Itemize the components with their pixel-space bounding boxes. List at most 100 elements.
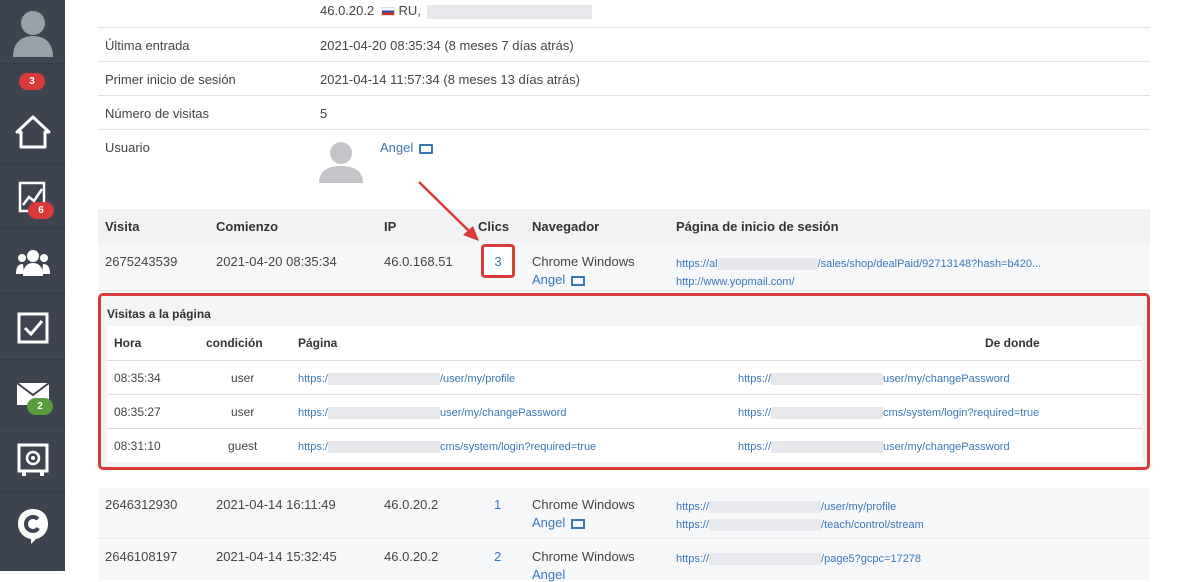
russia-flag-icon	[380, 7, 395, 17]
mail-badge: 2	[27, 398, 53, 415]
user-link[interactable]: Angel	[380, 140, 433, 155]
sidebar-item-users[interactable]	[0, 230, 65, 294]
visit-ip: 46.0.20.2	[384, 497, 439, 512]
main-content: 46.0.20.2 RU, Última entrada 2021-04-20 …	[65, 0, 1200, 582]
page-visits-panel: Visitas a la página Hora condición Págin…	[98, 293, 1150, 470]
redacted-url	[771, 440, 884, 453]
referrer-link[interactable]: https:///teach/control/stream	[676, 516, 924, 531]
redacted-url	[709, 500, 822, 513]
sidebar-item-safe[interactable]	[0, 428, 65, 492]
chat-icon	[17, 509, 48, 544]
page-visit-row: 08:31:10 guest https:/cms/system/login?r…	[107, 428, 1142, 462]
col-from: De donde	[985, 336, 1040, 350]
id-card-icon	[570, 275, 585, 286]
row-user-link[interactable]: Angel	[532, 567, 565, 582]
sidebar-item-profile[interactable]	[0, 0, 65, 64]
user-avatar-icon	[12, 10, 53, 57]
sidebar-item-chat[interactable]	[0, 494, 65, 558]
ip-address: 46.0.20.2	[320, 3, 375, 18]
visit-id: 2675243539	[105, 254, 178, 269]
id-card-icon	[570, 518, 585, 529]
visit-status: guest	[228, 439, 258, 453]
sidebar-item-mail[interactable]	[0, 362, 65, 426]
clicks-highlight[interactable]: 3	[481, 244, 515, 278]
visits-count-label: Número de visitas	[105, 106, 210, 121]
col-time: Hora	[114, 336, 142, 350]
page-link[interactable]: https:/user/my/changePassword	[298, 405, 567, 419]
sidebar-item-home[interactable]	[0, 100, 65, 164]
from-link[interactable]: https://user/my/changePassword	[738, 371, 1010, 385]
first-login-value: 2021-04-14 11:57:34 (8 meses 13 días atr…	[320, 72, 580, 87]
sidebar: 3 6 2	[0, 0, 65, 571]
first-login-label: Primer inicio de sesión	[105, 72, 236, 87]
visits-count-value: 5	[320, 106, 328, 121]
browser-name: Chrome Windows	[532, 254, 635, 269]
row-user-link[interactable]: Angel	[532, 515, 585, 530]
from-link[interactable]: https://user/my/changePassword	[738, 439, 1010, 453]
visit-status: user	[231, 371, 255, 385]
browser-name: Chrome Windows	[532, 497, 635, 512]
table-row[interactable]: 2675243539 2021-04-20 08:35:34 46.0.168.…	[98, 243, 1150, 291]
visit-ip: 46.0.168.51	[384, 254, 453, 269]
redacted-url	[327, 406, 440, 419]
redacted-url	[327, 372, 440, 385]
col-start: Comienzo	[216, 219, 279, 234]
page-visit-row: 08:35:27 user https:/user/my/changePassw…	[107, 394, 1142, 428]
col-login-page: Página de inicio de sesión	[676, 219, 839, 234]
row-user-name[interactable]: Angel	[532, 272, 565, 287]
country-code: RU,	[398, 3, 421, 18]
ip-value: 46.0.20.2 RU,	[320, 3, 593, 19]
visit-time: 08:35:34	[114, 371, 161, 385]
checkbox-icon	[17, 312, 48, 343]
clicks-link[interactable]: 3	[494, 254, 501, 269]
user-row: Usuario Angel	[98, 130, 1150, 198]
visit-time: 08:31:10	[114, 439, 161, 453]
login-page-link[interactable]: https:///page5?gcpc=17278	[676, 550, 921, 565]
col-browser: Navegador	[532, 219, 600, 234]
col-clicks: Clics	[478, 219, 510, 234]
home-icon	[15, 115, 50, 148]
row-user-link[interactable]: Angel	[532, 272, 585, 287]
visits-table-header: Visita Comienzo IP Clics Navegador Págin…	[98, 209, 1150, 243]
visit-time: 08:35:27	[114, 405, 161, 419]
sidebar-item-stats[interactable]	[0, 165, 65, 229]
page-link[interactable]: https:/cms/system/login?required=true	[298, 439, 596, 453]
redacted-location	[427, 4, 593, 19]
col-page: Página	[298, 336, 338, 350]
redacted-url	[327, 440, 440, 453]
clicks-link[interactable]: 2	[494, 549, 501, 564]
page-visits-table: Hora condición Página De donde 08:35:34 …	[107, 326, 1142, 462]
user-name[interactable]: Angel	[380, 140, 413, 155]
visit-id: 2646108197	[105, 549, 178, 564]
visit-status: user	[231, 405, 255, 419]
ip-row: 46.0.20.2 RU,	[98, 0, 1150, 28]
safe-icon	[17, 443, 48, 476]
redacted-url	[709, 518, 822, 531]
col-status: condición	[206, 336, 263, 350]
browser-name: Chrome Windows	[532, 549, 635, 564]
user-label: Usuario	[105, 140, 150, 155]
page-link[interactable]: https://user/my/profile	[298, 371, 515, 385]
login-page-link[interactable]: https://al/sales/shop/dealPaid/92713148?…	[676, 255, 1041, 270]
last-login-row: Última entrada 2021-04-20 08:35:34 (8 me…	[98, 28, 1150, 62]
users-icon	[15, 249, 50, 276]
sidebar-item-tasks[interactable]	[0, 296, 65, 360]
notification-badge: 3	[19, 73, 45, 90]
redacted-url	[771, 406, 884, 419]
last-login-value: 2021-04-20 08:35:34 (8 meses 7 días atrá…	[320, 38, 574, 53]
last-login-label: Última entrada	[105, 38, 190, 53]
visit-start: 2021-04-20 08:35:34	[216, 254, 337, 269]
clicks-link[interactable]: 1	[494, 497, 501, 512]
col-visit: Visita	[105, 219, 140, 234]
page-visits-title: Visitas a la página	[107, 307, 211, 321]
table-row[interactable]: 2646108197 2021-04-14 15:32:45 46.0.20.2…	[98, 540, 1150, 582]
user-photo-icon	[319, 142, 363, 183]
referrer-link[interactable]: http://www.yopmail.com/	[676, 273, 795, 288]
redacted-url	[709, 552, 822, 565]
table-row[interactable]: 2646312930 2021-04-14 16:11:49 46.0.20.2…	[98, 488, 1150, 539]
login-page-link[interactable]: https:///user/my/profile	[676, 498, 896, 513]
stats-badge: 6	[28, 202, 54, 219]
from-link[interactable]: https://cms/system/login?required=true	[738, 405, 1039, 419]
first-login-row: Primer inicio de sesión 2021-04-14 11:57…	[98, 62, 1150, 96]
redacted-url	[717, 257, 818, 270]
